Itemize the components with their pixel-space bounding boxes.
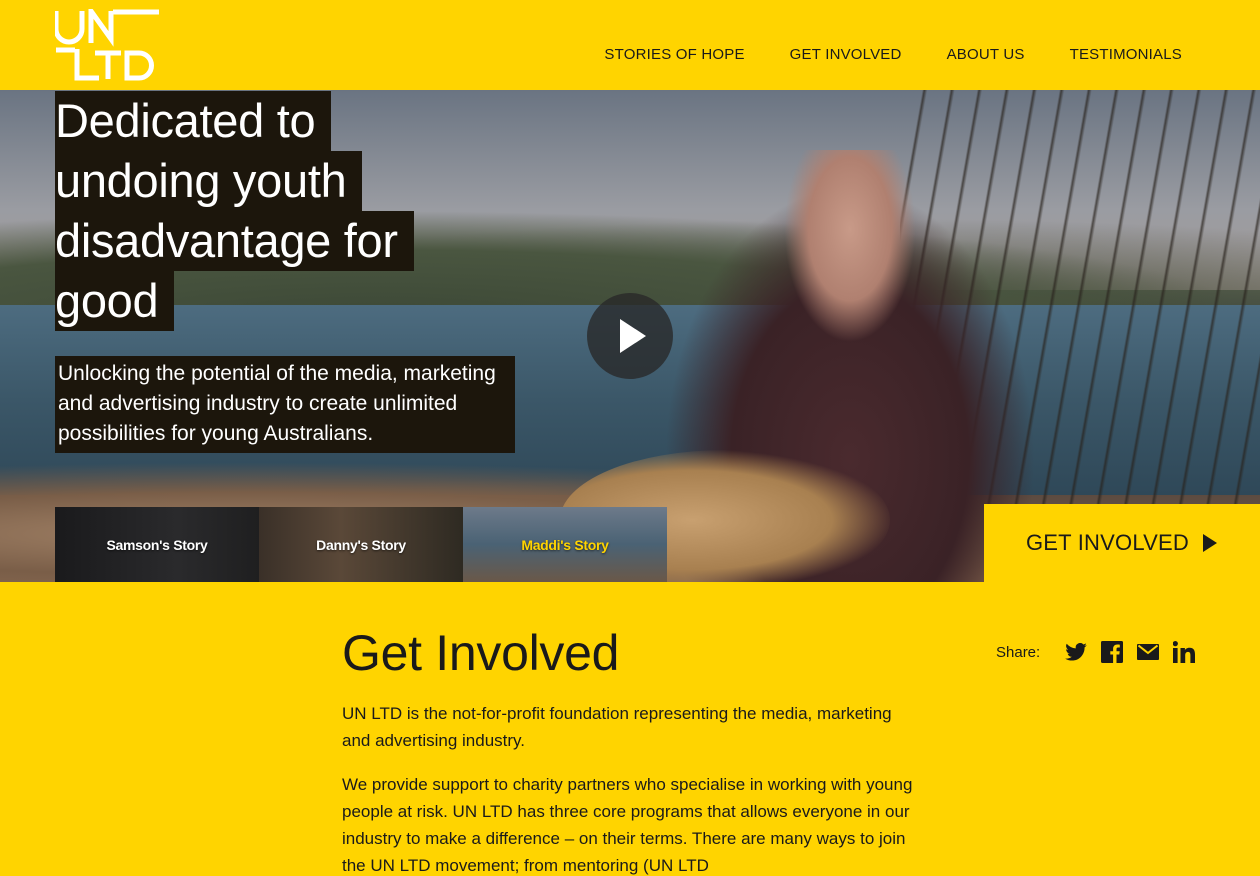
get-involved-cta-button[interactable]: GET INVOLVED [984,504,1260,582]
hero-subline: Unlocking the potential of the media, ma… [55,356,515,453]
un-ltd-logo[interactable] [53,3,161,81]
story-thumbnails: Samson's Story Danny's Story Maddi's Sto… [55,507,667,582]
email-icon[interactable] [1136,640,1160,664]
share-bar: Share: [996,640,1196,664]
story-thumb-danny[interactable]: Danny's Story [259,507,463,582]
site-header: STORIES OF HOPE GET INVOLVED ABOUT US TE… [0,0,1260,90]
hero-headline-line: good [55,271,175,331]
hero-headline-line: Dedicated to [55,91,332,151]
story-label: Maddi's Story [521,536,609,553]
story-label: Samson's Story [106,536,208,553]
story-thumb-samson[interactable]: Samson's Story [55,507,259,582]
twitter-icon[interactable] [1064,640,1088,664]
hero-headline: Dedicated to undoing youth disadvantage … [55,91,414,331]
linkedin-icon[interactable] [1172,640,1196,664]
story-label: Danny's Story [316,536,406,553]
facebook-icon[interactable] [1100,640,1124,664]
play-icon [620,319,646,353]
nav-stories-of-hope[interactable]: STORIES OF HOPE [604,46,744,64]
share-label: Share: [996,643,1041,661]
nav-get-involved[interactable]: GET INVOLVED [790,46,902,64]
nav-testimonials[interactable]: TESTIMONIALS [1070,46,1182,64]
main-nav: STORIES OF HOPE GET INVOLVED ABOUT US TE… [559,46,1182,64]
body-paragraph: We provide support to charity partners w… [342,775,913,875]
intro-paragraph: UN LTD is the not-for-profit foundation … [342,704,892,750]
nav-about-us[interactable]: ABOUT US [947,46,1025,64]
triangle-right-icon [1202,534,1217,552]
hero-headline-line: undoing youth [55,151,363,211]
un-ltd-logo-mark [53,3,159,81]
hero-headline-line: disadvantage for [55,211,414,271]
cta-label: GET INVOLVED [1026,530,1189,555]
play-button[interactable] [587,293,673,379]
page-title: Get Involved [342,625,620,681]
main-content: Get Involved UN LTD is the not-for-profi… [342,620,922,876]
story-thumb-maddi[interactable]: Maddi's Story [463,507,667,582]
